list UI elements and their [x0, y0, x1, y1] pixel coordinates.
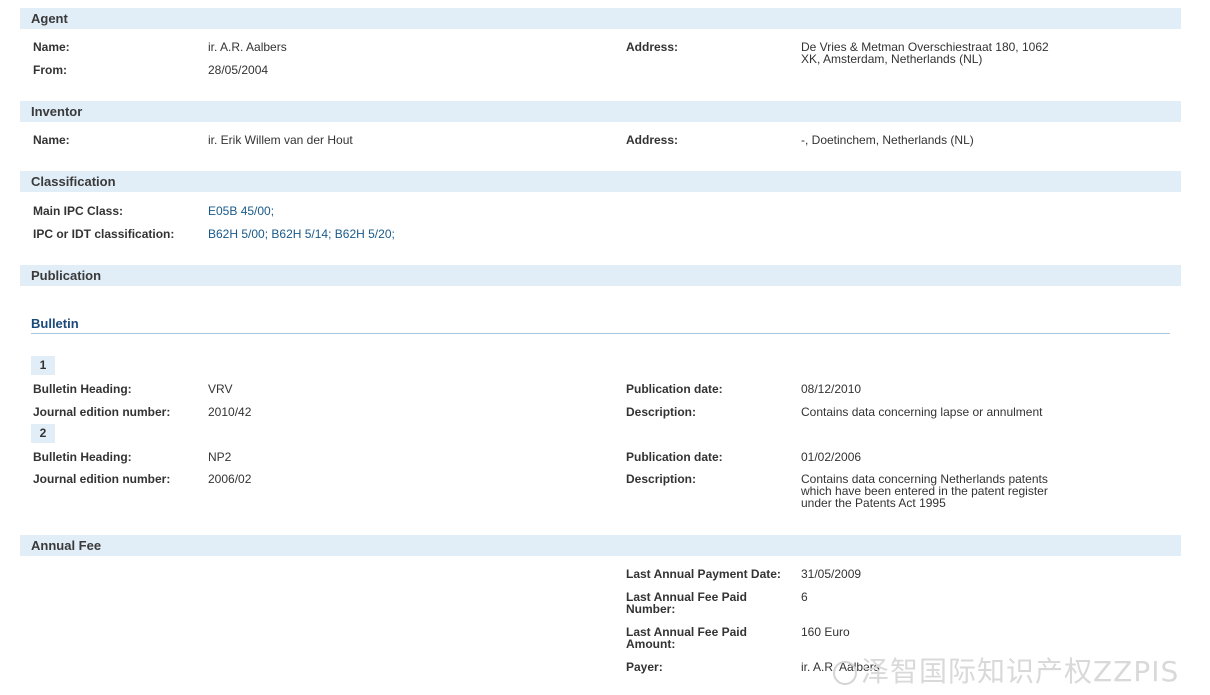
- bulletin-number-badge: 1: [31, 356, 55, 375]
- ipc-link-b62h-5-20[interactable]: B62H 5/20;: [335, 227, 395, 241]
- description-label: Description:: [626, 405, 697, 419]
- watermark: 泽智国际知识产权ZZPIS: [833, 650, 1179, 690]
- main-ipc-links: E05B 45/00;: [208, 205, 274, 217]
- ipc-link-e05b[interactable]: E05B 45/00;: [208, 204, 274, 218]
- bulletin-number-badge: 2: [31, 424, 55, 443]
- journal-edition-label: Journal edition number:: [33, 472, 171, 486]
- ipc-idt-links: B62H 5/00; B62H 5/14; B62H 5/20;: [208, 228, 395, 240]
- bulletin-divider: [31, 333, 1170, 334]
- inventor-address-label: Address:: [626, 133, 679, 147]
- ipc-link-b62h-5-00[interactable]: B62H 5/00;: [208, 227, 268, 241]
- last-payment-date-label: Last Annual Payment Date:: [626, 567, 781, 581]
- watermark-text: 泽智国际知识产权ZZPIS: [861, 655, 1180, 688]
- last-fee-amount-value: 160 Euro: [801, 625, 850, 639]
- journal-edition-label: Journal edition number:: [33, 405, 171, 419]
- agent-from-value: 28/05/2004: [208, 63, 269, 77]
- agent-from-label: From:: [33, 63, 67, 77]
- inventor-name-label: Name:: [33, 133, 70, 147]
- agent-name-value: ir. A.R. Aalbers: [208, 40, 287, 54]
- bulletin-heading-label: Bulletin Heading:: [33, 450, 132, 464]
- bulletin-subheading: Bulletin: [31, 316, 79, 331]
- bulletin-heading-value: VRV: [208, 382, 233, 396]
- journal-edition-value: 2010/42: [208, 405, 252, 419]
- publication-date-value: 01/02/2006: [801, 450, 862, 464]
- main-ipc-label: Main IPC Class:: [33, 204, 124, 218]
- annual-fee-section-header: Annual Fee: [20, 535, 1181, 556]
- inventor-section-header: Inventor: [20, 101, 1181, 122]
- agent-section-header: Agent: [20, 8, 1181, 29]
- last-payment-date-value: 31/05/2009: [801, 567, 862, 581]
- publication-date-value: 08/12/2010: [801, 382, 862, 396]
- classification-section-header: Classification: [20, 171, 1181, 192]
- weibo-logo-icon: [833, 661, 857, 685]
- agent-address-label: Address:: [626, 40, 679, 54]
- journal-edition-value: 2006/02: [208, 472, 252, 486]
- publication-date-label: Publication date:: [626, 382, 723, 396]
- last-fee-amount-label: Last Annual Fee Paid Amount:: [626, 625, 747, 651]
- ipc-idt-label: IPC or IDT classification:: [33, 227, 175, 241]
- agent-name-label: Name:: [33, 40, 70, 54]
- agent-address-value: De Vries & Metman Overschiestraat 180, 1…: [801, 40, 1049, 66]
- bulletin-heading-value: NP2: [208, 450, 232, 464]
- inventor-name-value: ir. Erik Willem van der Hout: [208, 133, 353, 147]
- description-label: Description:: [626, 472, 697, 486]
- inventor-address-value: -, Doetinchem, Netherlands (NL): [801, 133, 974, 147]
- publication-date-label: Publication date:: [626, 450, 723, 464]
- last-fee-number-value: 6: [801, 590, 808, 604]
- payer-label: Payer:: [626, 660, 663, 674]
- publication-section-header: Publication: [20, 265, 1181, 286]
- ipc-link-b62h-5-14[interactable]: B62H 5/14;: [271, 227, 331, 241]
- bulletin-heading-label: Bulletin Heading:: [33, 382, 132, 396]
- description-value: Contains data concerning Netherlands pat…: [801, 472, 1048, 510]
- last-fee-number-label: Last Annual Fee Paid Number:: [626, 590, 747, 616]
- description-value: Contains data concerning lapse or annulm…: [801, 405, 1043, 419]
